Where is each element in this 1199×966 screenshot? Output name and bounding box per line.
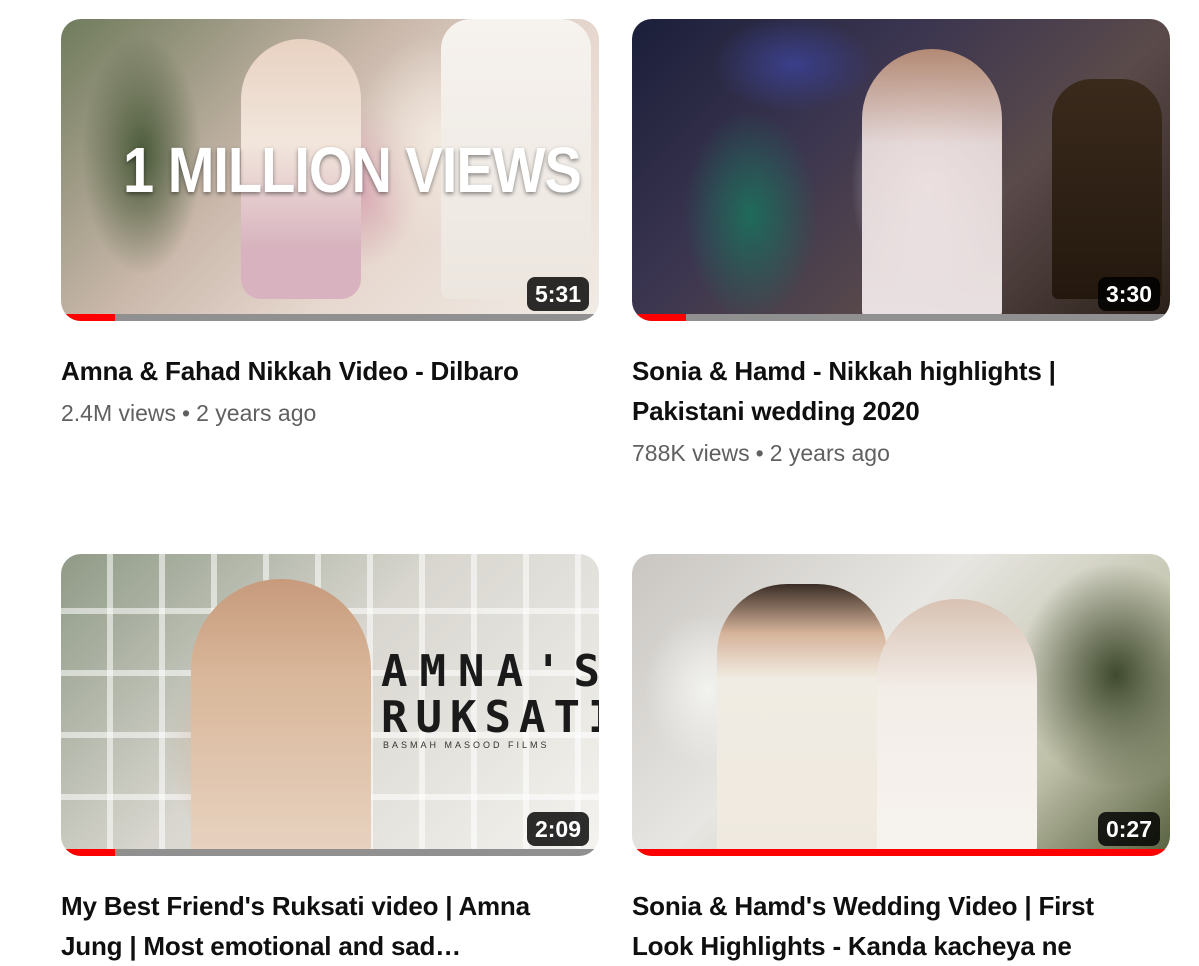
thumbnail-overlay-text: RUKSATI: [381, 692, 599, 743]
video-title-line: My Best Friend's Ruksati video | Amna: [61, 891, 530, 921]
thumbnail-credit: BASMAH MASOOD FILMS: [383, 740, 550, 750]
bride-figure: [877, 599, 1037, 856]
groom-figure: [717, 584, 887, 856]
watch-progress-fill: [61, 314, 115, 321]
video-title-line: Look Highlights - Kanda kacheya ne: [632, 931, 1072, 961]
upload-age: 2 years ago: [196, 400, 317, 426]
thumbnail-overlay-text: 1 MILLION VIEWS: [123, 133, 582, 206]
duration-badge: 5:31: [526, 277, 589, 311]
watch-progress-bar: [632, 849, 1170, 856]
video-title[interactable]: Sonia & Hamd's Wedding Video | First Loo…: [632, 886, 1170, 966]
duration-badge: 0:27: [1097, 812, 1160, 846]
upload-age: 2 years ago: [769, 440, 890, 466]
duration-badge: 2:09: [526, 812, 589, 846]
video-title[interactable]: Amna & Fahad Nikkah Video - Dilbaro: [61, 351, 599, 391]
watch-progress-bar: [632, 314, 1170, 321]
video-title[interactable]: My Best Friend's Ruksati video | Amna Ju…: [61, 886, 599, 966]
bride-figure: [191, 579, 371, 856]
video-title-line: Pakistani wedding 2020: [632, 396, 920, 426]
watch-progress-bar: [61, 849, 599, 856]
separator-dot: •: [182, 400, 191, 426]
bride-figure: [862, 49, 1002, 321]
video-card-2[interactable]: 3:30 Sonia & Hamd - Nikkah highlights | …: [632, 19, 1170, 471]
video-card-4[interactable]: 0:27 Sonia & Hamd's Wedding Video | Firs…: [632, 554, 1170, 966]
view-count: 2.4M views: [61, 400, 177, 426]
watch-progress-fill: [632, 314, 686, 321]
video-card-3[interactable]: AMNA'S RUKSATI BASMAH MASOOD FILMS 2:09 …: [61, 554, 599, 966]
video-title[interactable]: Sonia & Hamd - Nikkah highlights | Pakis…: [632, 351, 1170, 431]
video-title-line: Sonia & Hamd - Nikkah highlights |: [632, 356, 1056, 386]
video-title-line: Jung | Most emotional and sad…: [61, 931, 461, 961]
video-thumbnail-1[interactable]: 1 MILLION VIEWS 5:31: [61, 19, 599, 321]
video-thumbnail-4[interactable]: 0:27: [632, 554, 1170, 856]
video-title-line: Sonia & Hamd's Wedding Video | First: [632, 891, 1094, 921]
video-thumbnail-2[interactable]: 3:30: [632, 19, 1170, 321]
view-count: 788K views: [632, 440, 750, 466]
video-metadata: 2.4M views • 2 years ago: [61, 395, 599, 431]
video-card-1[interactable]: 1 MILLION VIEWS 5:31 Amna & Fahad Nikkah…: [61, 19, 599, 431]
watch-progress-fill: [632, 849, 1170, 856]
watch-progress-fill: [61, 849, 115, 856]
duration-badge: 3:30: [1097, 277, 1160, 311]
video-title-line: Amna & Fahad Nikkah Video - Dilbaro: [61, 356, 519, 386]
watch-progress-bar: [61, 314, 599, 321]
separator-dot: •: [755, 440, 764, 466]
video-thumbnail-3[interactable]: AMNA'S RUKSATI BASMAH MASOOD FILMS 2:09: [61, 554, 599, 856]
thumbnail-overlay-text: AMNA'S: [381, 646, 599, 697]
carved-chair: [1052, 79, 1162, 299]
video-metadata: 788K views • 2 years ago: [632, 435, 1170, 471]
